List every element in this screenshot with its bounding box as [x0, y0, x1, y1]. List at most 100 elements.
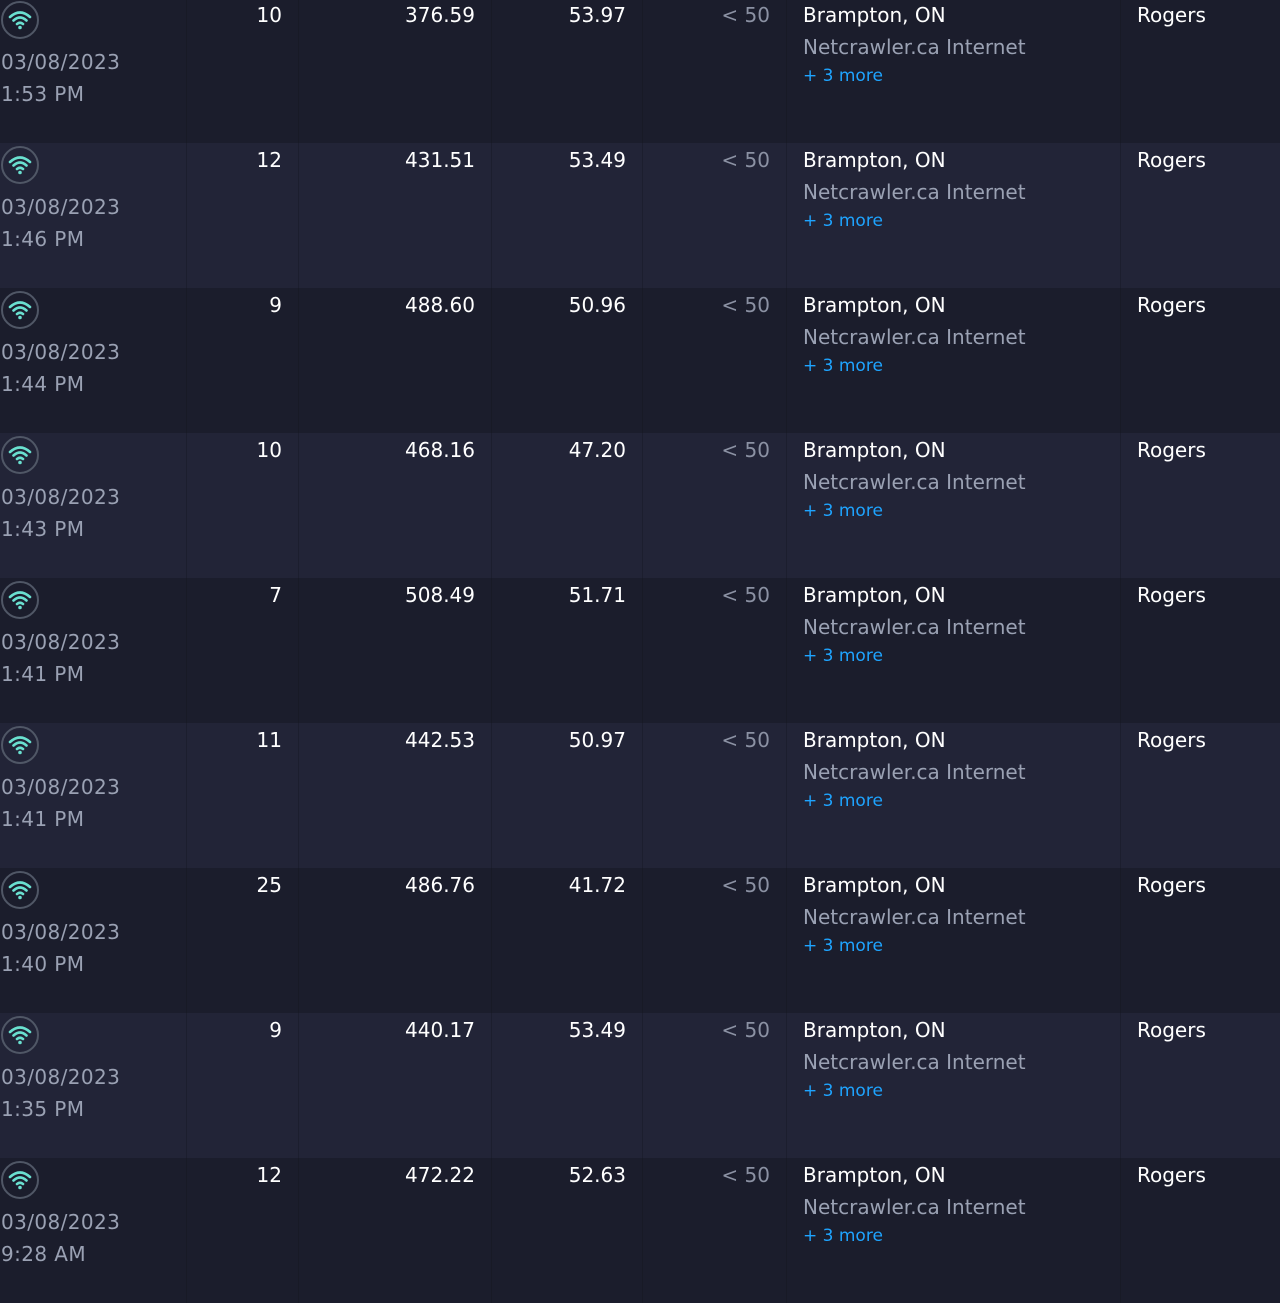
server-sponsor: Netcrawler.ca Internet [803, 1195, 1026, 1219]
wifi-icon [1, 1016, 39, 1054]
upload-cell: 50.96 [492, 288, 643, 433]
isp-cell: Rogers [1121, 578, 1280, 723]
download-cell: 472.22 [299, 1158, 492, 1303]
distance-value: < 50 [721, 148, 770, 172]
result-date: 03/08/2023 [1, 920, 121, 944]
server-location: Brampton, ON [803, 293, 946, 317]
server-cell: Brampton, ON Netcrawler.ca Internet + 3 … [787, 723, 1121, 868]
result-time: 1:46 PM [1, 227, 85, 251]
server-cell: Brampton, ON Netcrawler.ca Internet + 3 … [787, 578, 1121, 723]
distance-value: < 50 [721, 728, 770, 752]
distance-cell: < 50 [643, 723, 787, 868]
server-sponsor: Netcrawler.ca Internet [803, 615, 1026, 639]
time-cell: 03/08/2023 1:40 PM [0, 868, 187, 1013]
ping-cell: 9 [187, 1013, 299, 1158]
download-cell: 431.51 [299, 143, 492, 288]
result-row[interactable]: 03/08/2023 1:44 PM 9 488.60 50.96 < 50 B… [0, 288, 1280, 433]
server-sponsor: Netcrawler.ca Internet [803, 325, 1026, 349]
distance-value: < 50 [721, 873, 770, 897]
wifi-icon [1, 146, 39, 184]
download-value: 472.22 [405, 1163, 475, 1187]
server-cell: Brampton, ON Netcrawler.ca Internet + 3 … [787, 433, 1121, 578]
more-servers-link[interactable]: + 3 more [803, 646, 883, 666]
result-row[interactable]: 03/08/2023 1:41 PM 11 442.53 50.97 < 50 … [0, 723, 1280, 868]
isp-name: Rogers [1137, 148, 1206, 172]
distance-cell: < 50 [643, 578, 787, 723]
isp-name: Rogers [1137, 1163, 1206, 1187]
distance-cell: < 50 [643, 1013, 787, 1158]
result-time: 1:41 PM [1, 807, 85, 831]
ping-cell: 9 [187, 288, 299, 433]
wifi-icon [1, 581, 39, 619]
result-row[interactable]: 03/08/2023 1:41 PM 7 508.49 51.71 < 50 B… [0, 578, 1280, 723]
upload-cell: 53.97 [492, 0, 643, 143]
result-row[interactable]: 03/08/2023 1:40 PM 25 486.76 41.72 < 50 … [0, 868, 1280, 1013]
isp-name: Rogers [1137, 728, 1206, 752]
more-servers-link[interactable]: + 3 more [803, 66, 883, 86]
download-cell: 440.17 [299, 1013, 492, 1158]
more-servers-link[interactable]: + 3 more [803, 501, 883, 521]
distance-cell: < 50 [643, 288, 787, 433]
download-cell: 376.59 [299, 0, 492, 143]
result-date: 03/08/2023 [1, 775, 121, 799]
ping-value: 11 [256, 728, 282, 752]
server-cell: Brampton, ON Netcrawler.ca Internet + 3 … [787, 868, 1121, 1013]
time-cell: 03/08/2023 1:41 PM [0, 578, 187, 723]
time-cell: 03/08/2023 1:41 PM [0, 723, 187, 868]
result-date: 03/08/2023 [1, 1210, 121, 1234]
result-row[interactable]: 03/08/2023 1:43 PM 10 468.16 47.20 < 50 … [0, 433, 1280, 578]
upload-value: 53.49 [568, 148, 626, 172]
isp-cell: Rogers [1121, 868, 1280, 1013]
result-date: 03/08/2023 [1, 630, 121, 654]
result-row[interactable]: 03/08/2023 9:28 AM 12 472.22 52.63 < 50 … [0, 1158, 1280, 1303]
distance-value: < 50 [721, 438, 770, 462]
upload-value: 50.97 [568, 728, 626, 752]
upload-cell: 51.71 [492, 578, 643, 723]
server-location: Brampton, ON [803, 583, 946, 607]
more-servers-link[interactable]: + 3 more [803, 1226, 883, 1246]
distance-cell: < 50 [643, 1158, 787, 1303]
more-servers-link[interactable]: + 3 more [803, 936, 883, 956]
ping-value: 10 [256, 438, 282, 462]
ping-cell: 25 [187, 868, 299, 1013]
result-time: 1:41 PM [1, 662, 85, 686]
time-cell: 03/08/2023 1:35 PM [0, 1013, 187, 1158]
wifi-icon [1, 871, 39, 909]
time-cell: 03/08/2023 9:28 AM [0, 1158, 187, 1303]
download-cell: 468.16 [299, 433, 492, 578]
more-servers-link[interactable]: + 3 more [803, 211, 883, 231]
ping-cell: 11 [187, 723, 299, 868]
more-servers-link[interactable]: + 3 more [803, 1081, 883, 1101]
distance-cell: < 50 [643, 868, 787, 1013]
upload-cell: 41.72 [492, 868, 643, 1013]
server-cell: Brampton, ON Netcrawler.ca Internet + 3 … [787, 143, 1121, 288]
isp-cell: Rogers [1121, 433, 1280, 578]
isp-cell: Rogers [1121, 288, 1280, 433]
upload-cell: 53.49 [492, 143, 643, 288]
result-row[interactable]: 03/08/2023 1:53 PM 10 376.59 53.97 < 50 … [0, 0, 1280, 143]
download-cell: 508.49 [299, 578, 492, 723]
result-row[interactable]: 03/08/2023 1:35 PM 9 440.17 53.49 < 50 B… [0, 1013, 1280, 1158]
upload-value: 41.72 [568, 873, 626, 897]
isp-name: Rogers [1137, 438, 1206, 462]
result-date: 03/08/2023 [1, 1065, 121, 1089]
download-value: 431.51 [405, 148, 475, 172]
server-location: Brampton, ON [803, 3, 946, 27]
more-servers-link[interactable]: + 3 more [803, 791, 883, 811]
result-time: 1:44 PM [1, 372, 85, 396]
ping-cell: 12 [187, 143, 299, 288]
upload-cell: 52.63 [492, 1158, 643, 1303]
result-date: 03/08/2023 [1, 195, 121, 219]
ping-value: 10 [256, 3, 282, 27]
wifi-icon [1, 1161, 39, 1199]
distance-cell: < 50 [643, 143, 787, 288]
server-location: Brampton, ON [803, 1163, 946, 1187]
server-cell: Brampton, ON Netcrawler.ca Internet + 3 … [787, 0, 1121, 143]
result-time: 1:35 PM [1, 1097, 85, 1121]
server-sponsor: Netcrawler.ca Internet [803, 760, 1026, 784]
result-row[interactable]: 03/08/2023 1:46 PM 12 431.51 53.49 < 50 … [0, 143, 1280, 288]
server-sponsor: Netcrawler.ca Internet [803, 35, 1026, 59]
upload-cell: 50.97 [492, 723, 643, 868]
upload-value: 50.96 [568, 293, 626, 317]
more-servers-link[interactable]: + 3 more [803, 356, 883, 376]
